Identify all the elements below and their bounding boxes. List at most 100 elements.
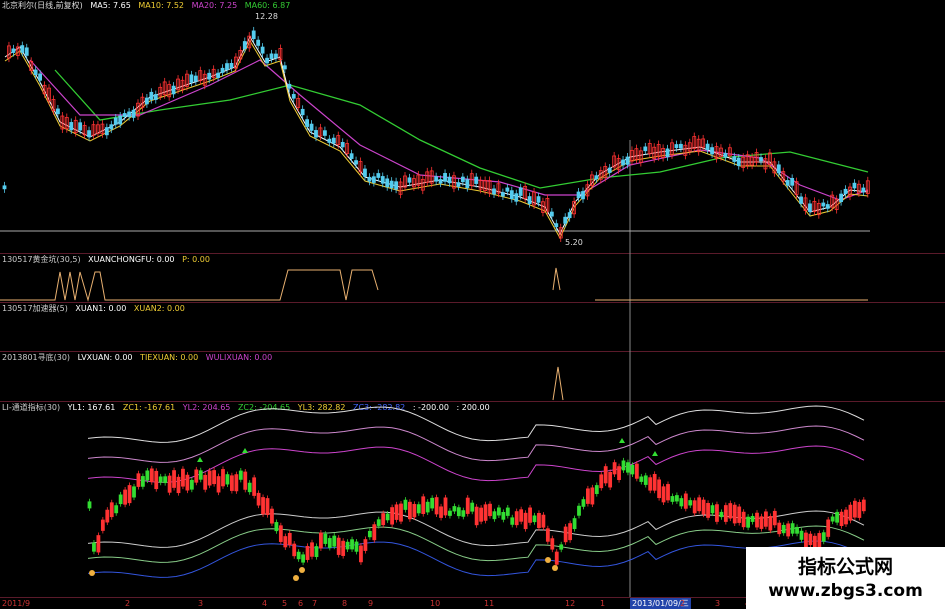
channel-candle	[470, 502, 475, 512]
channel-candle	[172, 470, 176, 488]
price-candle	[376, 173, 381, 178]
channel-candle	[715, 504, 719, 522]
channel-candle	[692, 500, 697, 514]
price-candle	[665, 148, 670, 158]
channel-candle	[394, 504, 399, 520]
price-candle	[274, 53, 278, 59]
date-tick: 1	[600, 599, 606, 608]
channel-candle	[697, 497, 702, 512]
channel-candle	[234, 474, 239, 492]
price-candle	[394, 181, 399, 190]
channel-candle	[140, 476, 145, 487]
price-candle	[447, 176, 452, 184]
date-tick: 3	[198, 599, 204, 608]
channel-candle	[318, 532, 323, 549]
buy-signal-dot	[545, 557, 551, 563]
price-candle	[474, 176, 479, 184]
channel-candle	[100, 519, 105, 531]
channel-candle	[528, 507, 532, 523]
price-candle	[189, 74, 194, 83]
price-candle	[287, 83, 292, 89]
channel-candle	[278, 525, 283, 542]
channel-candle	[203, 474, 208, 490]
channel-candle	[732, 504, 737, 524]
channel-candle	[563, 526, 568, 543]
channel-candle	[750, 515, 755, 522]
channel-candle	[479, 507, 484, 522]
price-candle	[710, 147, 714, 155]
channel-candle	[581, 499, 586, 507]
date-tick: 2011/9	[2, 599, 31, 608]
date-tick: 8	[342, 599, 348, 608]
channel-candle	[261, 497, 265, 515]
channel-candle	[844, 509, 848, 525]
price-candle	[327, 138, 332, 143]
channel-candle	[105, 509, 110, 523]
channel-candle	[336, 537, 341, 555]
channel-candle	[207, 470, 212, 486]
channel-candle	[149, 468, 154, 483]
stock-chart-canvas[interactable]	[0, 0, 945, 609]
price-candle	[527, 196, 532, 204]
price-candle	[69, 122, 74, 131]
price-candle	[349, 153, 354, 159]
channel-candle	[425, 501, 430, 513]
buy-signal-dot	[293, 575, 299, 581]
price-candle	[594, 175, 599, 180]
channel-candle	[514, 511, 519, 526]
channel-candle	[189, 479, 194, 490]
price-candle	[839, 193, 843, 203]
channel-candle	[127, 485, 132, 504]
watermark-url: www.zbgs3.com	[768, 581, 923, 601]
channel-candle	[590, 487, 595, 505]
signal-arrow	[619, 438, 625, 443]
channel-candle	[274, 522, 279, 532]
price-candle	[122, 113, 127, 117]
price-candle	[674, 144, 679, 149]
price-candle	[109, 124, 114, 130]
channel-candle	[550, 538, 555, 550]
price-candle	[723, 153, 728, 158]
price-candle	[679, 143, 683, 149]
watermark-title: 指标公式网	[797, 556, 893, 578]
channel-candle	[461, 510, 466, 517]
channel-candle	[341, 540, 346, 556]
channel-candle	[412, 503, 417, 518]
channel-candle	[176, 476, 181, 494]
channel-candle	[399, 503, 403, 522]
channel-candle	[332, 535, 337, 547]
price-candle	[269, 53, 274, 60]
channel-candle	[652, 473, 657, 491]
channel-candle	[229, 475, 234, 491]
price-candle	[127, 111, 131, 117]
signal-arrow	[197, 457, 203, 462]
price-candle	[705, 143, 710, 151]
channel-candle	[243, 471, 248, 490]
price-candle	[581, 191, 585, 200]
channel-candle	[510, 517, 515, 525]
channel-candle	[853, 500, 857, 518]
channel-candle	[835, 511, 839, 523]
channel-candle	[617, 466, 621, 481]
channel-candle	[132, 486, 136, 498]
channel-candle	[430, 497, 435, 509]
channel-candle	[421, 496, 426, 514]
channel-candle	[755, 512, 759, 528]
price-candle	[825, 204, 830, 209]
price-candle	[518, 187, 523, 196]
price-candle	[852, 182, 857, 189]
channel-candle	[434, 497, 439, 515]
channel-candle	[710, 505, 715, 514]
channel-candle	[87, 501, 92, 509]
channel-candle	[381, 513, 386, 526]
channel-candle	[443, 497, 448, 516]
channel-candle	[857, 502, 862, 518]
price-candle	[354, 160, 358, 165]
channel-candle	[621, 460, 626, 471]
price-candle	[305, 119, 310, 127]
channel-candle	[541, 514, 546, 528]
channel-candle	[265, 498, 270, 515]
channel-candle	[830, 516, 835, 522]
price-candle	[260, 46, 265, 54]
channel-candle	[185, 474, 190, 491]
